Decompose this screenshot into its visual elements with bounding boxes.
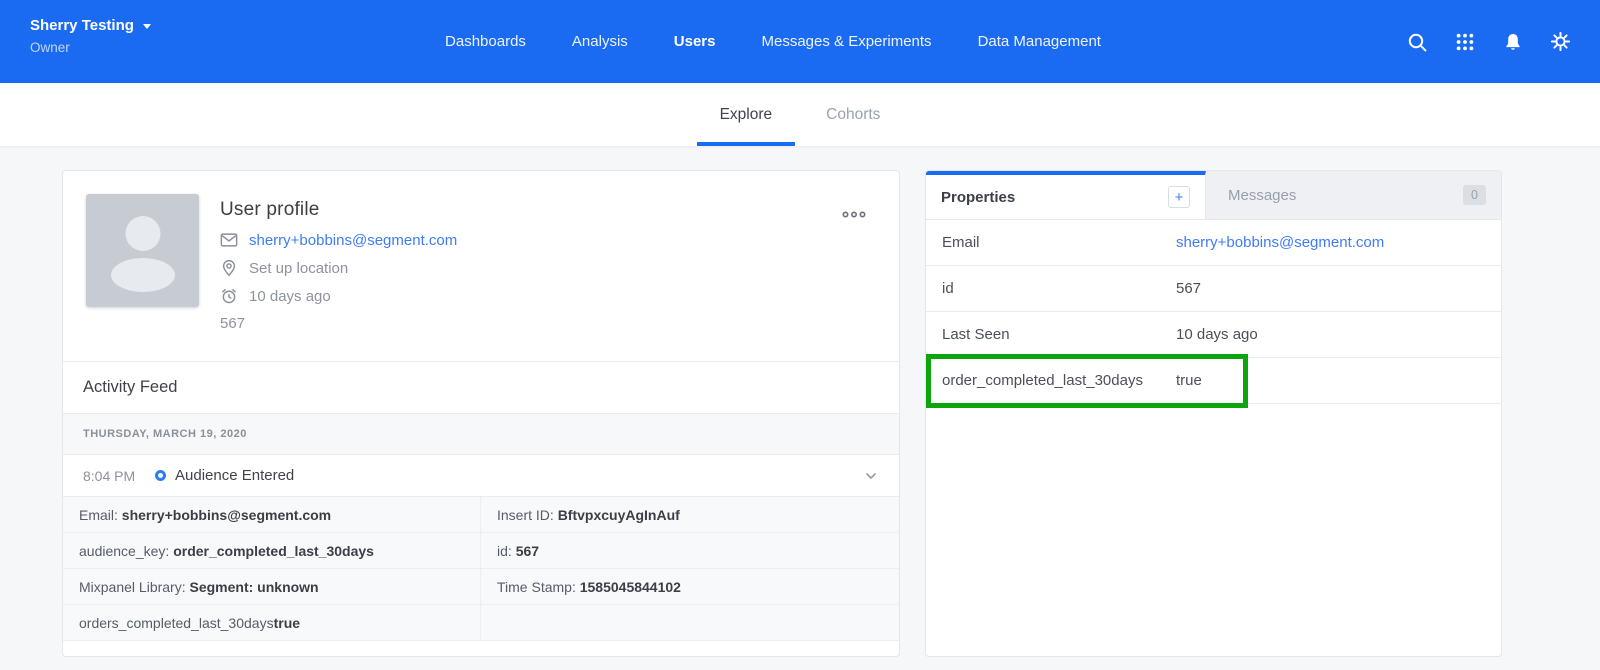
tab-bar: Explore Cohorts: [0, 83, 1600, 146]
event-detail-cell: Email: sherry+bobbins@segment.com: [63, 497, 481, 533]
event-detail-cell: Time Stamp: 1585045844102: [481, 569, 899, 605]
event-dot-icon: [155, 470, 166, 481]
profile-section: User profile sherry+bobbins@segment.com …: [63, 171, 899, 362]
tab-messages[interactable]: Messages 0: [1206, 171, 1501, 219]
search-button[interactable]: [1403, 28, 1430, 55]
profile-user-id: 567: [220, 315, 457, 332]
avatar-head-shape: [125, 216, 160, 251]
notifications-bell-icon: [1503, 32, 1523, 52]
property-value: true: [1176, 372, 1202, 389]
top-nav: Sherry Testing Owner Dashboards Analysis…: [0, 0, 1600, 83]
nav-item-users[interactable]: Users: [674, 33, 716, 50]
ellipsis-icon: [841, 210, 867, 219]
profile-email-link[interactable]: sherry+bobbins@segment.com: [249, 232, 457, 249]
event-detail-cell: id: 567: [481, 533, 899, 569]
event-detail-cell: audience_key: order_completed_last_30day…: [63, 533, 481, 569]
user-profile-card: User profile sherry+bobbins@segment.com …: [62, 170, 900, 657]
nav-item-analysis[interactable]: Analysis: [572, 33, 628, 50]
event-detail-cell: Insert ID: BftvpxcuyAgInAuf: [481, 497, 899, 533]
location-pin-icon: [220, 259, 238, 277]
search-icon: [1406, 31, 1428, 53]
event-detail-cell: orders_completed_last_30daystrue: [63, 605, 481, 641]
event-detail-cell: Mixpanel Library: Segment: unknown: [63, 569, 481, 605]
property-row-order-completed: order_completed_last_30days true: [926, 358, 1501, 404]
property-row-id: id 567: [926, 266, 1501, 312]
settings-button[interactable]: [1547, 28, 1574, 55]
nav-item-dashboards[interactable]: Dashboards: [445, 33, 526, 50]
apps-grid-button[interactable]: [1451, 28, 1478, 55]
properties-panel-tabs: Properties + Messages 0: [926, 171, 1501, 220]
property-value-email-link[interactable]: sherry+bobbins@segment.com: [1176, 234, 1384, 251]
properties-panel: Properties + Messages 0 Email sherry+bob…: [925, 170, 1502, 657]
messages-count-badge: 0: [1463, 185, 1486, 205]
chevron-down-icon[interactable]: [863, 468, 879, 484]
nav-item-messages-experiments[interactable]: Messages & Experiments: [761, 33, 931, 50]
tab-cohorts[interactable]: Cohorts: [803, 83, 903, 146]
event-time: 8:04 PM: [83, 468, 155, 484]
property-key: order_completed_last_30days: [942, 372, 1176, 389]
apps-grid-icon: [1455, 32, 1475, 52]
property-value: 567: [1176, 280, 1201, 297]
nav-item-data-management[interactable]: Data Management: [978, 33, 1101, 50]
envelope-icon: [220, 231, 238, 249]
property-value: 10 days ago: [1176, 326, 1258, 343]
nav-icon-group: [1403, 0, 1574, 83]
notifications-button[interactable]: [1499, 28, 1526, 55]
avatar: [86, 194, 199, 307]
property-key: id: [942, 280, 1176, 297]
tab-properties[interactable]: Properties +: [926, 171, 1206, 219]
clock-icon: [220, 287, 238, 305]
tab-explore[interactable]: Explore: [697, 83, 796, 146]
event-detail-cell: [481, 605, 899, 641]
profile-location[interactable]: Set up location: [249, 260, 348, 277]
event-name: Audience Entered: [175, 467, 294, 484]
profile-last-seen: 10 days ago: [249, 288, 331, 305]
settings-gear-icon: [1550, 31, 1571, 52]
property-key: Email: [942, 234, 1176, 251]
property-row-email: Email sherry+bobbins@segment.com: [926, 220, 1501, 266]
more-options-button[interactable]: [837, 203, 871, 226]
activity-feed-title: Activity Feed: [83, 378, 177, 397]
activity-date-header: THURSDAY, MARCH 19, 2020: [63, 414, 899, 455]
primary-nav: Dashboards Analysis Users Messages & Exp…: [0, 0, 1546, 83]
property-row-last-seen: Last Seen 10 days ago: [926, 312, 1501, 358]
plus-icon: +: [1175, 190, 1184, 205]
property-key: Last Seen: [942, 326, 1176, 343]
activity-event-row[interactable]: 8:04 PM Audience Entered: [63, 455, 899, 497]
profile-title: User profile: [220, 199, 457, 221]
activity-feed-header: Activity Feed: [63, 362, 899, 414]
avatar-body-shape: [111, 258, 175, 292]
add-property-button[interactable]: +: [1168, 186, 1190, 208]
event-details-table: Email: sherry+bobbins@segment.com Insert…: [63, 497, 899, 641]
